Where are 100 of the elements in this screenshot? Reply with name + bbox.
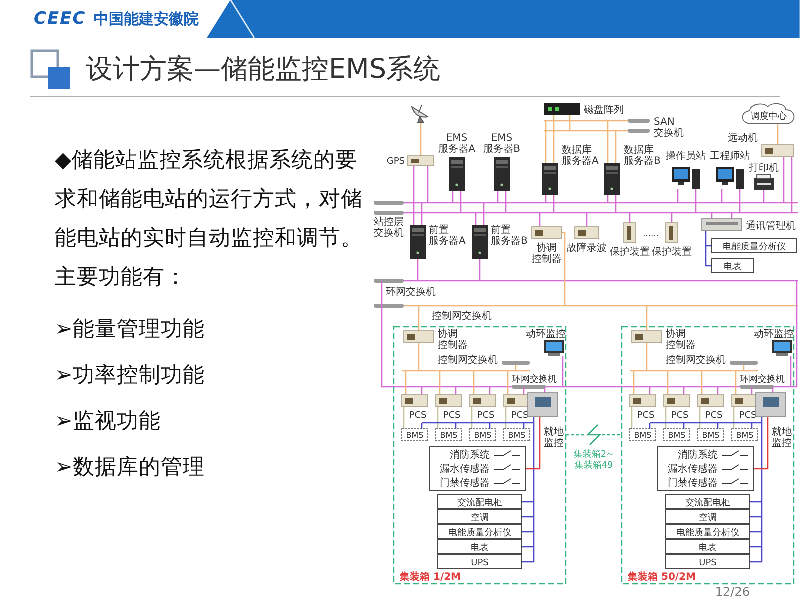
equipment-box <box>712 258 754 274</box>
pcs-icon <box>732 394 758 408</box>
device-label: 控制网交换机 <box>666 355 726 366</box>
device-label: 工程师站 <box>710 151 750 162</box>
network-switch-icon <box>374 201 404 205</box>
connection-line <box>607 195 609 203</box>
cluster-name: 集装箱 1/2M <box>400 572 462 583</box>
device-label: UPS <box>699 558 717 568</box>
switch-contact-icon <box>494 464 520 470</box>
device-label: 电表 <box>699 544 717 554</box>
function-item: ➢功率控制功能 <box>55 362 206 390</box>
protection-device-icon <box>666 222 678 244</box>
device-label: 服务器A <box>429 236 466 247</box>
bms-box <box>732 428 758 442</box>
connection-line <box>475 213 477 225</box>
device-label: BMS <box>702 431 720 440</box>
device-label: 数据库 <box>562 145 592 156</box>
connection-line <box>586 213 588 227</box>
device-label: BMS <box>736 431 754 440</box>
connection-line <box>629 213 631 223</box>
connection-line <box>539 213 541 227</box>
network-switch-icon <box>502 361 530 365</box>
network-switch-icon <box>628 129 650 133</box>
device-label: BMS <box>668 431 686 440</box>
controller-icon <box>532 226 562 240</box>
device-label: PCS <box>443 411 461 421</box>
company-logo: CEEC <box>34 9 86 29</box>
connection-line <box>452 191 454 203</box>
device-label: UPS <box>471 558 489 568</box>
device-label: 漏水传感器 <box>668 464 718 475</box>
device-label: 保护装置 <box>652 247 692 258</box>
device-label: BMS <box>634 431 652 440</box>
network-switch-icon <box>628 119 650 123</box>
pcs-icon <box>698 394 724 408</box>
printer-icon <box>754 174 774 190</box>
connection-line <box>721 189 723 203</box>
server-icon <box>410 225 426 259</box>
bms-box <box>470 428 496 442</box>
connection-line <box>677 189 679 203</box>
device-label: PCS <box>477 411 495 421</box>
device-label: 服务器B <box>484 144 520 155</box>
server-icon <box>542 163 558 195</box>
device-label: 门禁传感器 <box>668 478 718 489</box>
network-switch-icon <box>740 385 774 389</box>
device-label: 就地监控 <box>772 427 792 449</box>
server-icon <box>449 157 465 191</box>
recorder-icon <box>574 226 600 240</box>
network-switch-icon <box>374 211 404 215</box>
monitor-icon <box>772 340 792 356</box>
connection-line <box>763 190 765 203</box>
device-label: 服务器A <box>438 144 476 155</box>
connection-line <box>483 203 485 225</box>
device-label: 服务器A <box>562 156 599 167</box>
device-label: PCS <box>511 411 529 421</box>
device-label: 打印机 <box>749 163 779 174</box>
pcs-icon <box>630 394 656 408</box>
device-label: 电能质量分析仪 <box>723 242 786 252</box>
device-label: 动环监控 <box>754 329 794 340</box>
connection-line <box>545 195 547 203</box>
device-label: 交流配电柜 <box>686 498 730 508</box>
device-label: 数据库 <box>624 145 654 156</box>
controller-icon <box>528 392 558 418</box>
device-label: PCS <box>671 411 689 421</box>
connection-line <box>460 191 462 213</box>
bms-box <box>436 428 462 442</box>
connection-line <box>739 189 741 213</box>
device-label: …… <box>643 229 659 238</box>
device-label: 交换机 <box>654 128 684 139</box>
device-label: PCS <box>409 411 427 421</box>
disk-array-icon <box>544 103 580 115</box>
device-label: 协调 <box>666 329 686 340</box>
device-label: 环网交换机 <box>386 287 436 298</box>
device-label: 电表 <box>471 544 489 554</box>
telecontrol-device-icon <box>762 144 794 158</box>
device-label: 前置 <box>491 225 511 236</box>
device-label: 环网交换机 <box>512 375 557 385</box>
connection-line <box>783 157 785 203</box>
device-label: 协调 <box>537 243 557 254</box>
cloud-shape <box>742 103 795 124</box>
lightning-icon <box>586 424 602 446</box>
device-label: PCS <box>705 411 723 421</box>
function-item: ➢能量管理功能 <box>55 316 206 344</box>
device-label: 集装箱49 <box>574 461 614 471</box>
protection-device-icon <box>624 222 636 244</box>
device-label: 环网交换机 <box>740 375 785 385</box>
connection-line <box>427 166 429 203</box>
pcs-icon <box>470 394 496 408</box>
device-label: 交流配电柜 <box>458 498 502 508</box>
connection-line <box>421 203 423 225</box>
pcs-icon <box>436 394 462 408</box>
device-label: 服务器B <box>624 156 661 167</box>
page-number: 12/26 <box>715 585 750 600</box>
connection-line <box>497 191 499 203</box>
device-label: 消防系统 <box>450 450 490 461</box>
device-label: 消防系统 <box>678 450 718 461</box>
device-label: 漏水传感器 <box>440 464 490 475</box>
pcs-icon <box>664 394 690 408</box>
device-label: 电能质量分析仪 <box>448 528 512 538</box>
bms-box <box>504 428 530 442</box>
device-label: 门禁传感器 <box>440 478 490 489</box>
